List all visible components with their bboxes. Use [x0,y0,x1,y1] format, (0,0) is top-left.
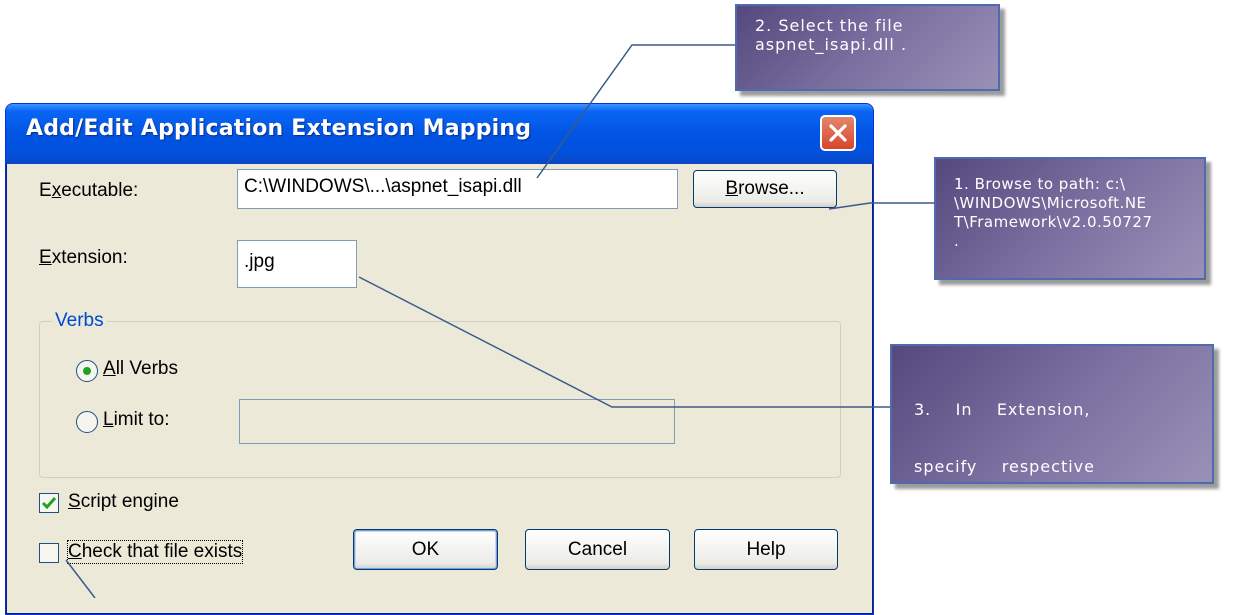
callout-line: specify respective [914,457,1095,476]
callout-line: 3. In Extension, [914,400,1091,419]
callout-line: . [954,232,960,250]
callout-line: extension. E.g. .jpg . [914,514,1106,533]
callout-line: 1. Browse to path: c:\ [954,175,1126,193]
callout-browse-path: 1. Browse to path: c:\ \WINDOWS\Microsof… [934,157,1206,280]
callout-extension: 3. In Extension, specify respective exte… [890,344,1214,533]
callout-line: 2. Select the file [755,16,904,35]
callout-select-file: 2. Select the file aspnet_isapi.dll . [735,4,1000,91]
callout-line: T\Framework\v2.0.50727 [954,213,1153,231]
callout-line: \WINDOWS\Microsoft.NE [954,194,1147,212]
callout-line: aspnet_isapi.dll . [755,35,908,54]
